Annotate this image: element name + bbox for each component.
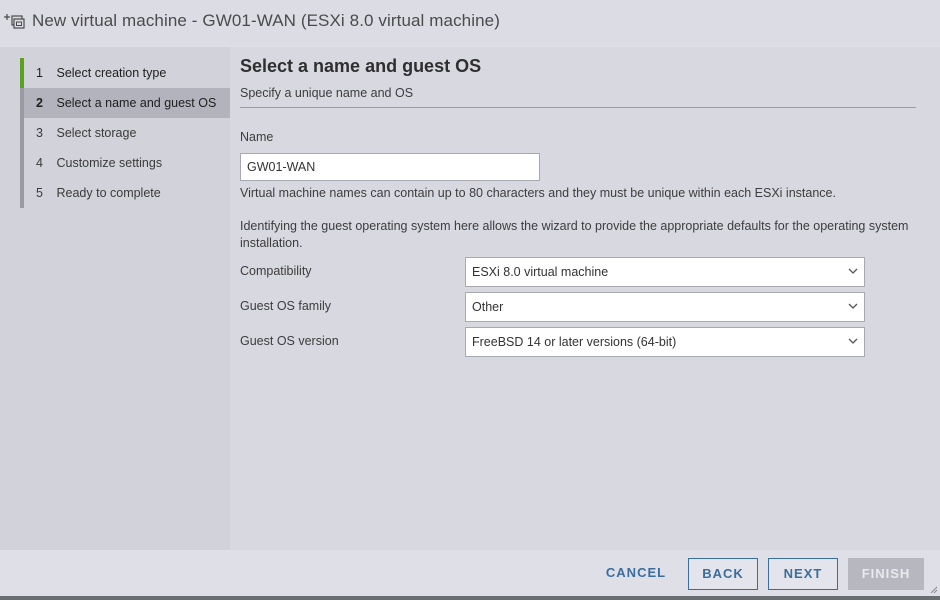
cancel-button[interactable]: CANCEL: [598, 558, 674, 590]
vm-name-input[interactable]: [240, 153, 540, 181]
step-label: Select storage: [56, 126, 137, 140]
guest-os-family-selected-value: Other: [472, 300, 504, 314]
step-customize-settings[interactable]: 4 Customize settings: [24, 148, 230, 178]
step-select-name-and-os[interactable]: 2 Select a name and guest OS: [24, 88, 230, 118]
title-divider: [240, 107, 916, 108]
page-subtitle: Specify a unique name and OS: [240, 86, 414, 100]
wizard-content: Select a name and guest OS Specify a uni…: [230, 47, 940, 550]
step-number: 5: [36, 186, 43, 200]
wizard-steps-sidebar: 1 Select creation type 2 Select a name a…: [0, 47, 230, 550]
compatibility-select[interactable]: ESXi 8.0 virtual machine: [465, 257, 865, 287]
vm-name-label: Name: [240, 130, 274, 144]
step-number: 2: [36, 96, 43, 110]
dialog-header: New virtual machine - GW01-WAN (ESXi 8.0…: [0, 0, 940, 46]
step-label: Ready to complete: [56, 186, 161, 200]
step-number: 3: [36, 126, 43, 140]
step-label: Select a name and guest OS: [56, 96, 217, 110]
guest-os-version-selected-value: FreeBSD 14 or later versions (64-bit): [472, 335, 677, 349]
step-label: Select creation type: [56, 66, 167, 80]
chevron-down-icon: [848, 303, 858, 309]
vm-name-help-text: Virtual machine names can contain up to …: [240, 186, 836, 200]
guest-os-family-select[interactable]: Other: [465, 292, 865, 322]
compatibility-selected-value: ESXi 8.0 virtual machine: [472, 265, 609, 279]
page-title: Select a name and guest OS: [240, 56, 482, 76]
step-ready-to-complete[interactable]: 5 Ready to complete: [24, 178, 230, 208]
dialog-title: New virtual machine - GW01-WAN (ESXi 8.0…: [32, 11, 500, 30]
back-button[interactable]: BACK: [688, 558, 758, 590]
guest-os-help-text: Identifying the guest operating system h…: [240, 219, 909, 250]
background-window-strip: [0, 596, 940, 600]
step-select-storage[interactable]: 3 Select storage: [24, 118, 230, 148]
chevron-down-icon: [848, 268, 858, 274]
guest-os-version-label: Guest OS version: [240, 334, 339, 348]
chevron-down-icon: [848, 338, 858, 344]
compatibility-label: Compatibility: [240, 264, 312, 278]
next-button[interactable]: NEXT: [768, 558, 838, 590]
step-label: Customize settings: [56, 156, 163, 170]
step-select-creation-type[interactable]: 1 Select creation type: [24, 58, 230, 88]
new-vm-icon: [4, 14, 25, 29]
dialog-footer: CANCEL BACK NEXT FINISH: [0, 550, 940, 596]
resize-handle-icon[interactable]: [928, 584, 938, 594]
new-vm-dialog: New virtual machine - GW01-WAN (ESXi 8.0…: [0, 0, 940, 596]
step-number: 1: [36, 66, 43, 80]
guest-os-version-select[interactable]: FreeBSD 14 or later versions (64-bit): [465, 327, 865, 357]
finish-button[interactable]: FINISH: [848, 558, 924, 590]
step-number: 4: [36, 156, 43, 170]
guest-os-family-label: Guest OS family: [240, 299, 331, 313]
